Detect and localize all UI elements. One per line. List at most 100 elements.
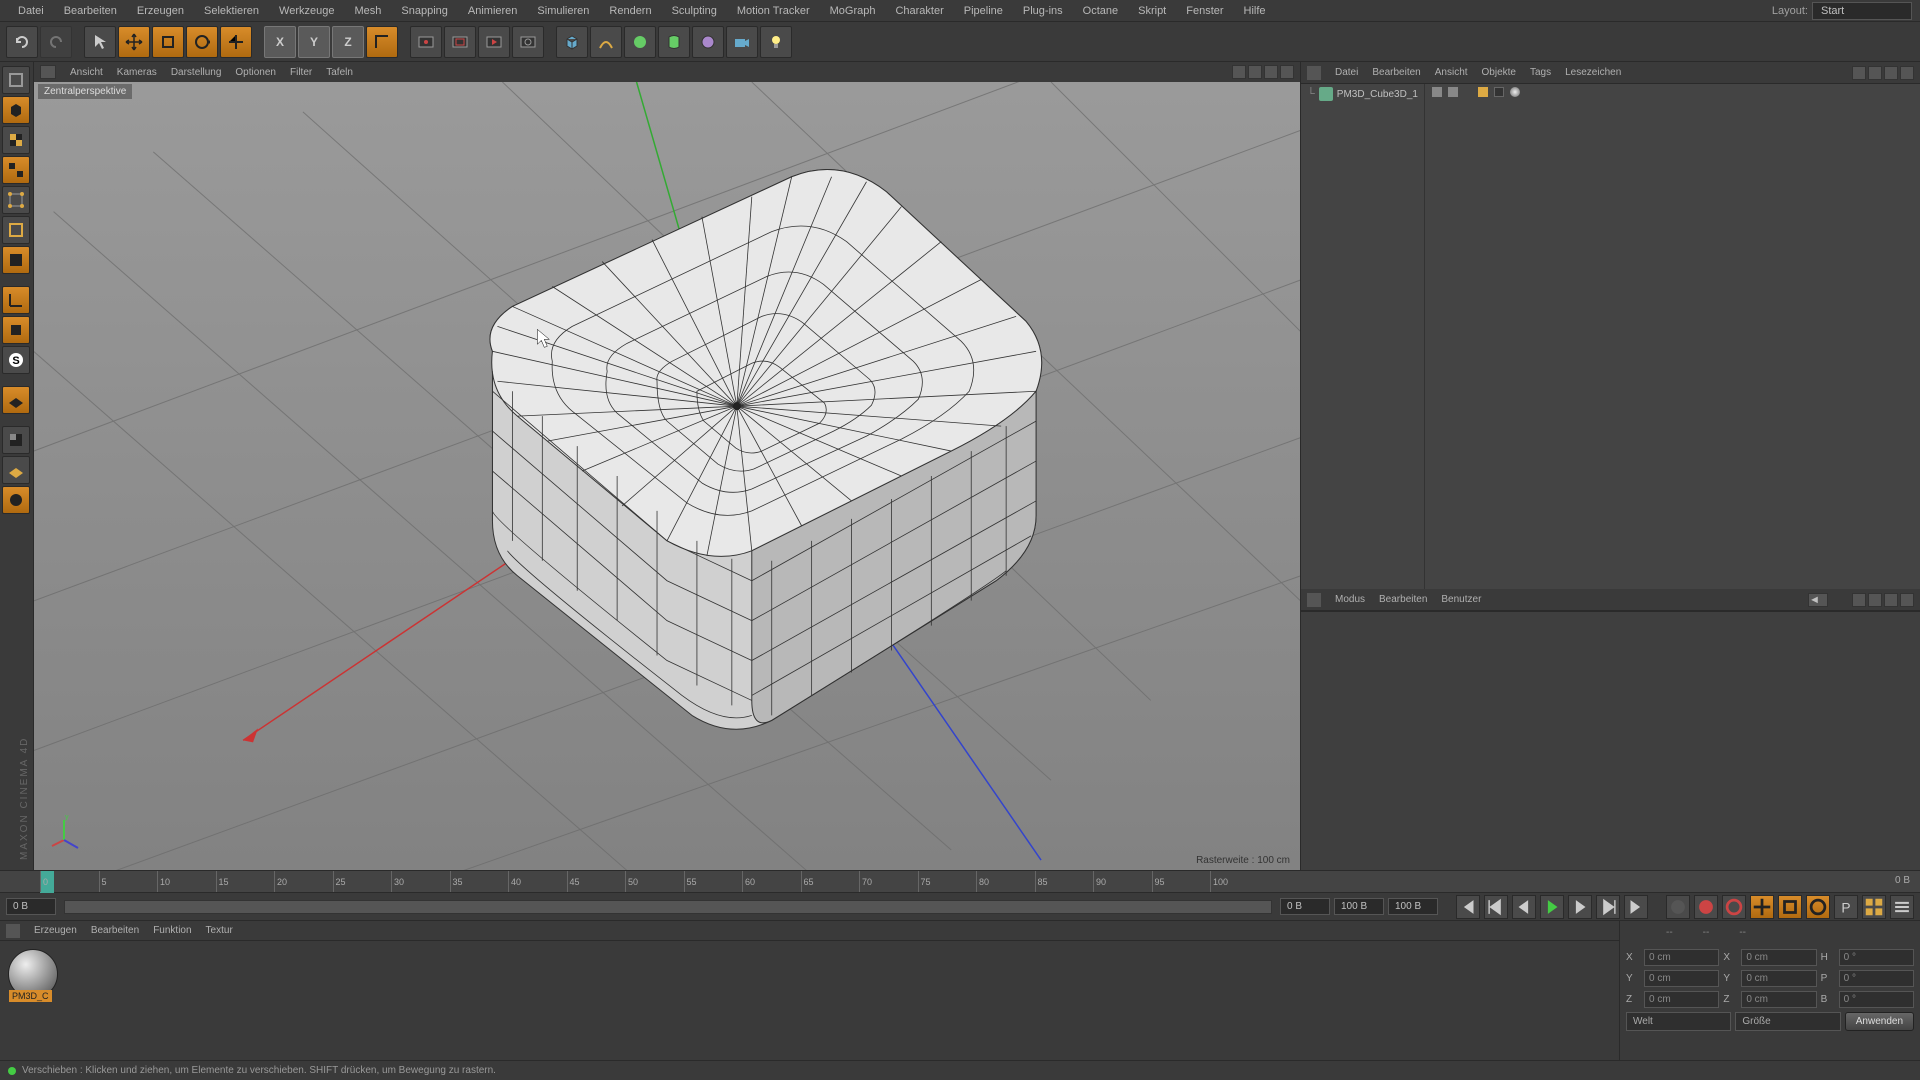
material-tag-icon[interactable] [1510,87,1520,97]
snap-toggle[interactable]: S [2,346,30,374]
size-val-X[interactable]: 0 cm [1741,949,1816,966]
mm-textur[interactable]: Textur [206,925,233,936]
record-button[interactable] [1666,895,1690,919]
key-param[interactable]: P [1834,895,1858,919]
menu-snapping[interactable]: Snapping [391,2,458,20]
frame-start[interactable]: 0 B [6,898,56,915]
vp-move-icon[interactable] [1232,65,1246,79]
key-more[interactable] [1890,895,1914,919]
locked-workplane[interactable] [2,426,30,454]
menu-pipeline[interactable]: Pipeline [954,2,1013,20]
prev-frame[interactable] [1512,895,1536,919]
mm-bearbeiten[interactable]: Bearbeiten [91,925,139,936]
menu-fenster[interactable]: Fenster [1176,2,1233,20]
coord-system[interactable] [366,26,398,58]
om-objekte[interactable]: Objekte [1482,67,1516,78]
environment[interactable] [692,26,724,58]
play-button[interactable] [1540,895,1564,919]
layout-select[interactable]: Start [1812,2,1912,20]
am-modus[interactable]: Modus [1335,594,1365,605]
range-start[interactable]: 0 B [1280,898,1330,915]
x-axis-lock[interactable]: X [264,26,296,58]
render-view[interactable] [410,26,442,58]
om-datei[interactable]: Datei [1335,67,1358,78]
timeline-range-slider[interactable] [64,900,1272,914]
model-mode[interactable] [2,96,30,124]
object-row[interactable]: └ PM3D_Cube3D_1 [1301,84,1424,104]
rot-val-Z[interactable]: 0 ° [1839,991,1914,1008]
size-val-Y[interactable]: 0 cm [1741,970,1816,987]
menu-charakter[interactable]: Charakter [885,2,953,20]
attr-options-icon[interactable] [1307,593,1321,607]
goto-next-key[interactable] [1596,895,1620,919]
key-rot[interactable] [1806,895,1830,919]
move-tool[interactable] [118,26,150,58]
render-settings[interactable] [512,26,544,58]
frame-end[interactable]: 100 B [1388,898,1438,915]
interactive-workplane[interactable] [2,486,30,514]
edge-mode[interactable] [2,216,30,244]
menu-animieren[interactable]: Animieren [458,2,528,20]
texture-tag-icon[interactable] [1494,87,1504,97]
render-pv[interactable] [478,26,510,58]
object-manager[interactable]: └ PM3D_Cube3D_1 [1301,84,1920,589]
vp-ansicht[interactable]: Ansicht [70,67,103,78]
menu-datei[interactable]: Datei [8,2,54,20]
mm-funktion[interactable]: Funktion [153,925,191,936]
pos-val-Z[interactable]: 0 cm [1644,991,1719,1008]
menu-mesh[interactable]: Mesh [344,2,391,20]
menu-sculpting[interactable]: Sculpting [662,2,727,20]
material-manager[interactable]: Erzeugen Bearbeiten Funktion Textur PM3D… [0,921,1620,1080]
viewport-3d[interactable]: y Rasterweite : 100 cm [34,82,1300,870]
autokey-button[interactable] [1694,895,1718,919]
am-back-icon[interactable]: ◄ [1808,593,1828,607]
pos-val-Y[interactable]: 0 cm [1644,970,1719,987]
om-search-icon[interactable] [1852,66,1866,80]
polygon-mode[interactable] [2,246,30,274]
menu-hilfe[interactable]: Hilfe [1234,2,1276,20]
panel-options-icon[interactable] [1307,66,1321,80]
rotate-tool[interactable] [186,26,218,58]
timeline-ruler[interactable]: 0 B 051015202530354045505560657075808590… [0,871,1920,893]
menu-werkzeuge[interactable]: Werkzeuge [269,2,344,20]
spline-pen[interactable] [590,26,622,58]
visibility-editor[interactable] [1432,87,1442,97]
key-options[interactable] [1862,895,1886,919]
om-tags[interactable]: Tags [1530,67,1551,78]
rot-val-X[interactable]: 0 ° [1839,949,1914,966]
mm-erzeugen[interactable]: Erzeugen [34,925,77,936]
menu-octane[interactable]: Octane [1073,2,1128,20]
key-scale[interactable] [1778,895,1802,919]
coord-system-dd[interactable]: Welt [1626,1012,1731,1031]
om-view-icon[interactable] [1884,66,1898,80]
point-mode[interactable] [2,186,30,214]
menu-selektieren[interactable]: Selektieren [194,2,269,20]
menu-rendern[interactable]: Rendern [599,2,661,20]
select-tool[interactable] [84,26,116,58]
object-mode[interactable] [2,156,30,184]
viewport-solo[interactable] [2,316,30,344]
apply-button[interactable]: Anwenden [1845,1012,1914,1031]
am-mode-icon[interactable] [1900,593,1914,607]
axis-tool[interactable] [2,286,30,314]
camera[interactable] [726,26,758,58]
keyframe-sel[interactable] [1722,895,1746,919]
menu-plugins[interactable]: Plug-ins [1013,2,1073,20]
vp-darstellung[interactable]: Darstellung [171,67,222,78]
rot-val-Y[interactable]: 0 ° [1839,970,1914,987]
vp-filter[interactable]: Filter [290,67,312,78]
vp-optionen[interactable]: Optionen [235,67,276,78]
vp-rotate-icon[interactable] [1264,65,1278,79]
primitive-cube[interactable] [556,26,588,58]
coord-size-dd[interactable]: Größe [1735,1012,1840,1031]
planar-workplane[interactable] [2,456,30,484]
om-bearbeiten[interactable]: Bearbeiten [1372,67,1420,78]
size-val-Z[interactable]: 0 cm [1741,991,1816,1008]
object-name[interactable]: PM3D_Cube3D_1 [1337,89,1418,100]
am-lock-icon[interactable] [1852,593,1866,607]
material-thumb[interactable]: PM3D_C [8,949,58,999]
attribute-manager[interactable] [1301,611,1920,870]
generator[interactable] [624,26,656,58]
make-editable[interactable] [2,66,30,94]
recent-tool[interactable] [220,26,252,58]
